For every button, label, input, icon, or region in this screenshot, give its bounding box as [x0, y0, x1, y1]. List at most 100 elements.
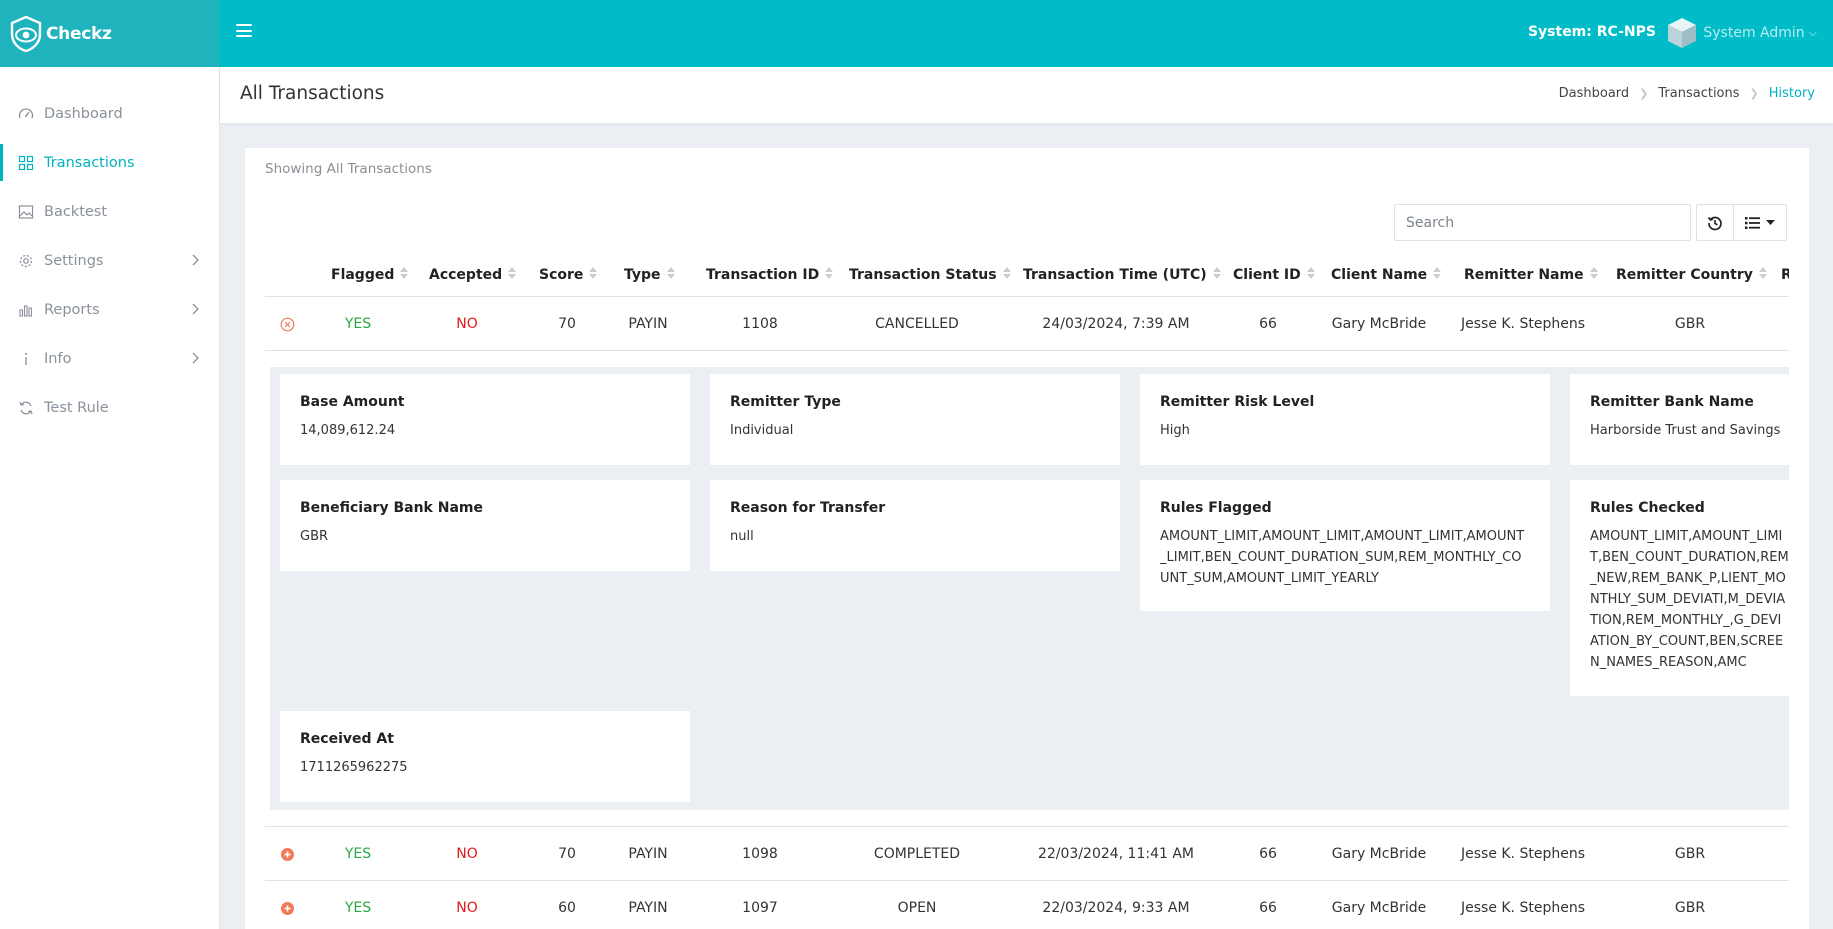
search-input[interactable]	[1394, 204, 1691, 241]
sidebar-item-transactions[interactable]: Transactions	[0, 138, 219, 187]
column-header-remitter-name[interactable]: Remitter Name	[1464, 253, 1598, 297]
sidebar-item-label: Transactions	[44, 154, 135, 171]
table-row[interactable]: YES NO 70 PAYIN 1108 CANCELLED 24/03/202…	[265, 297, 1789, 351]
detail-value: Harborside Trust and Savings	[1590, 423, 1781, 438]
column-header-flagged[interactable]: Flagged	[331, 253, 409, 297]
sidebar-item-reports[interactable]: Reports	[0, 285, 219, 334]
column-header-transaction-status[interactable]: Transaction Status	[849, 253, 1011, 297]
detail-base-amount: Base Amount 14,089,612.24	[280, 374, 690, 465]
cell-transaction-time: 22/03/2024, 11:41 AM	[1037, 846, 1195, 862]
refresh-icon	[19, 401, 33, 414]
user-menu[interactable]: System Admin ⌵	[1667, 17, 1817, 49]
top-bar: Checkz System: RC-NPS System Admin ⌵	[0, 0, 1833, 67]
sort-icon	[1433, 266, 1442, 280]
history-icon	[1707, 216, 1722, 230]
cell-client-name: Gary McBride	[1331, 846, 1427, 862]
column-header-transaction-id[interactable]: Transaction ID	[706, 253, 834, 297]
cell-transaction-status: OPEN	[897, 900, 937, 916]
detail-label: Beneficiary Bank Name	[300, 500, 483, 516]
column-header-client-id[interactable]: Client ID	[1233, 253, 1315, 297]
detail-remitter-bank-name: Remitter Bank Name Harborside Trust and …	[1570, 374, 1789, 465]
sidebar-item-test-rule[interactable]: Test Rule	[0, 383, 219, 432]
sidebar-item-label: Info	[44, 350, 72, 367]
user-avatar-icon	[1668, 18, 1697, 48]
cell-client-name: Gary McBride	[1331, 316, 1427, 332]
column-header-transaction-time[interactable]: Transaction Time (UTC)	[1023, 253, 1221, 297]
brand[interactable]: Checkz	[0, 0, 220, 67]
cell-transaction-id: 1097	[742, 900, 778, 916]
sort-icon	[589, 266, 598, 280]
user-name: System Admin	[1703, 25, 1805, 41]
detail-received-at: Received At 1711265962275	[280, 711, 690, 802]
column-header-remitter-country[interactable]: Remitter Country	[1616, 253, 1767, 297]
detail-value: Individual	[730, 423, 794, 438]
cell-transaction-id: 1098	[742, 846, 778, 862]
table-row[interactable]: YES NO 70 PAYIN 1098 COMPLETED 22/03/202…	[265, 827, 1789, 881]
sidebar-item-backtest[interactable]: Backtest	[0, 187, 219, 236]
sort-icon	[825, 266, 834, 280]
expand-row-icon[interactable]	[280, 901, 295, 916]
cell-transaction-status: CANCELLED	[875, 316, 959, 332]
sidebar-item-dashboard[interactable]: Dashboard	[0, 89, 219, 138]
cell-flagged: YES	[344, 316, 372, 332]
detail-value: GBR	[300, 529, 329, 544]
collapse-row-icon[interactable]	[280, 317, 295, 332]
sort-icon	[1758, 266, 1767, 280]
cell-remitter-name: Jesse K. Stephens	[1460, 316, 1585, 332]
cell-client-name: Gary McBride	[1331, 900, 1427, 916]
detail-value: High	[1160, 423, 1190, 438]
cell-type: PAYIN	[628, 900, 668, 916]
detail-remitter-type: Remitter Type Individual	[710, 374, 1120, 465]
sidebar-item-label: Test Rule	[44, 399, 109, 416]
cell-remitter-country: GBR	[1674, 316, 1706, 332]
page-title: All Transactions	[240, 83, 385, 104]
sidebar-item-settings[interactable]: Settings	[0, 236, 219, 285]
chevron-right-icon	[192, 352, 199, 364]
detail-reason-for-transfer: Reason for Transfer null	[710, 480, 1120, 571]
cell-score: 70	[558, 846, 576, 862]
expand-row-icon[interactable]	[280, 847, 295, 862]
transaction-detail-panel: Base Amount 14,089,612.24 Remitter Type …	[265, 351, 1789, 827]
chevron-right-icon: ❯	[1639, 87, 1649, 100]
table-header-row: Flagged Accepted Score Type Transaction …	[265, 253, 1789, 297]
history-button[interactable]	[1696, 204, 1734, 241]
column-header-remitter-more[interactable]: Re	[1781, 253, 1789, 297]
menu-toggle-icon[interactable]	[236, 24, 252, 38]
eye-shield-logo-icon	[10, 15, 42, 52]
breadcrumb-transactions[interactable]: Transactions	[1658, 86, 1739, 101]
breadcrumb-history: History	[1768, 86, 1815, 101]
column-header-type[interactable]: Type	[624, 253, 675, 297]
card-subtitle: Showing All Transactions	[265, 161, 432, 177]
cell-transaction-time: 22/03/2024, 9:33 AM	[1042, 900, 1190, 916]
detail-value: AMOUNT_LIMIT,AMOUNT_LIMIT,BEN_COUNT_DURA…	[1590, 529, 1789, 670]
sidebar-item-label: Backtest	[44, 203, 108, 220]
sort-icon	[1589, 266, 1598, 280]
cell-score: 70	[558, 316, 576, 332]
sort-icon	[1002, 266, 1011, 280]
detail-label: Rules Checked	[1590, 500, 1705, 516]
brand-name: Checkz	[46, 23, 112, 44]
detail-remitter-risk-level: Remitter Risk Level High	[1140, 374, 1550, 465]
sidebar-item-label: Dashboard	[44, 105, 123, 122]
page-header: All Transactions Dashboard ❯ Transaction…	[220, 67, 1833, 123]
sidebar-item-info[interactable]: Info	[0, 334, 219, 383]
info-icon	[25, 352, 27, 365]
column-header-accepted[interactable]: Accepted	[429, 253, 517, 297]
cell-accepted: NO	[456, 900, 478, 916]
cell-accepted: NO	[456, 316, 478, 332]
detail-label: Remitter Type	[730, 394, 841, 410]
cell-flagged: YES	[344, 900, 372, 916]
column-header-score[interactable]: Score	[539, 253, 598, 297]
detail-label: Reason for Transfer	[730, 500, 886, 516]
caret-down-icon	[1766, 219, 1775, 225]
cell-remitter-country: GBR	[1674, 846, 1706, 862]
sidebar-item-label: Reports	[44, 301, 100, 318]
breadcrumb-dashboard[interactable]: Dashboard	[1559, 86, 1630, 101]
cell-flagged: YES	[344, 846, 372, 862]
table-row[interactable]: YES NO 60 PAYIN 1097 OPEN 22/03/2024, 9:…	[265, 881, 1789, 929]
column-header-client-name[interactable]: Client Name	[1331, 253, 1442, 297]
cell-accepted: NO	[456, 846, 478, 862]
cell-client-id: 66	[1259, 846, 1277, 862]
columns-toggle-button[interactable]	[1734, 204, 1787, 241]
sort-icon	[1306, 266, 1315, 280]
